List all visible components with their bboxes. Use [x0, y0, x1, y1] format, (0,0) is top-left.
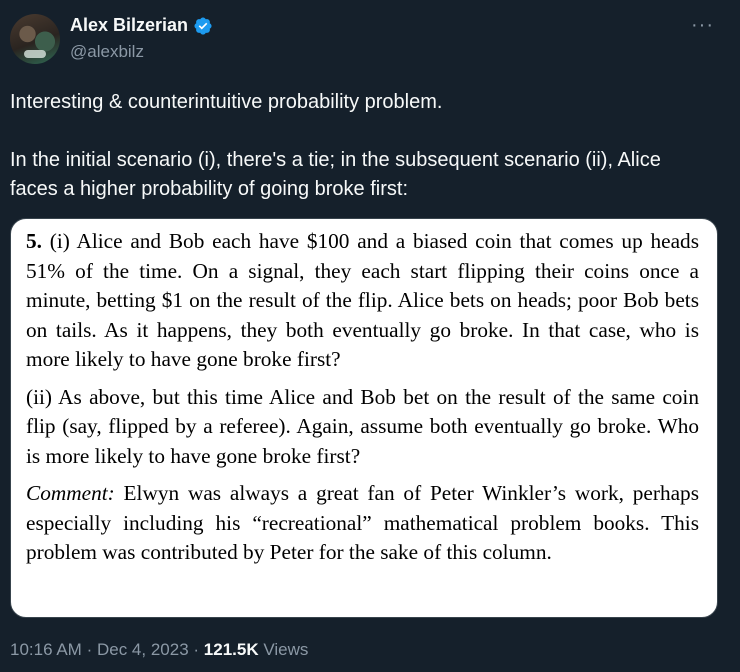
comment-paragraph: Comment: Elwyn was always a great fan of…: [26, 479, 699, 568]
more-options-icon[interactable]: ···: [691, 14, 714, 37]
tweet-meta: 10:16 AM · Dec 4, 2023 · 121.5K Views: [10, 640, 308, 660]
author-name-row[interactable]: Alex Bilzerian: [70, 15, 213, 36]
tweet-media-image[interactable]: 5. (i) Alice and Bob each have $100 and …: [10, 218, 718, 618]
views-label: Views: [263, 640, 309, 659]
comment-text: Elwyn was always a great fan of Peter Wi…: [26, 481, 699, 564]
avatar-detail: [24, 50, 46, 58]
author-handle[interactable]: @alexbilz: [70, 42, 144, 62]
problem-number: 5.: [26, 229, 42, 253]
problem-part-ii: (ii) As above, but this time Alice and B…: [26, 384, 699, 468]
author-name[interactable]: Alex Bilzerian: [70, 15, 188, 36]
tweet-line-1: Interesting & counterintuitive probabili…: [10, 91, 443, 113]
tweet-date[interactable]: Dec 4, 2023: [97, 640, 189, 659]
part-i-text: (i) Alice and Bob each have $100 and a b…: [26, 229, 699, 371]
verified-badge-icon: [194, 16, 212, 35]
author-avatar[interactable]: [10, 14, 60, 64]
comment-label: Comment:: [26, 481, 115, 505]
meta-separator-2: ·: [193, 640, 200, 659]
tweet-text: Interesting & counterintuitive probabili…: [10, 88, 710, 204]
problem-part-i: 5. (i) Alice and Bob each have $100 and …: [26, 227, 699, 375]
tweet-time[interactable]: 10:16 AM: [10, 640, 82, 659]
tweet-line-2: In the initial scenario (i), there's a t…: [10, 149, 661, 200]
meta-separator: ·: [86, 640, 93, 659]
views-count: 121.5K: [203, 640, 259, 659]
